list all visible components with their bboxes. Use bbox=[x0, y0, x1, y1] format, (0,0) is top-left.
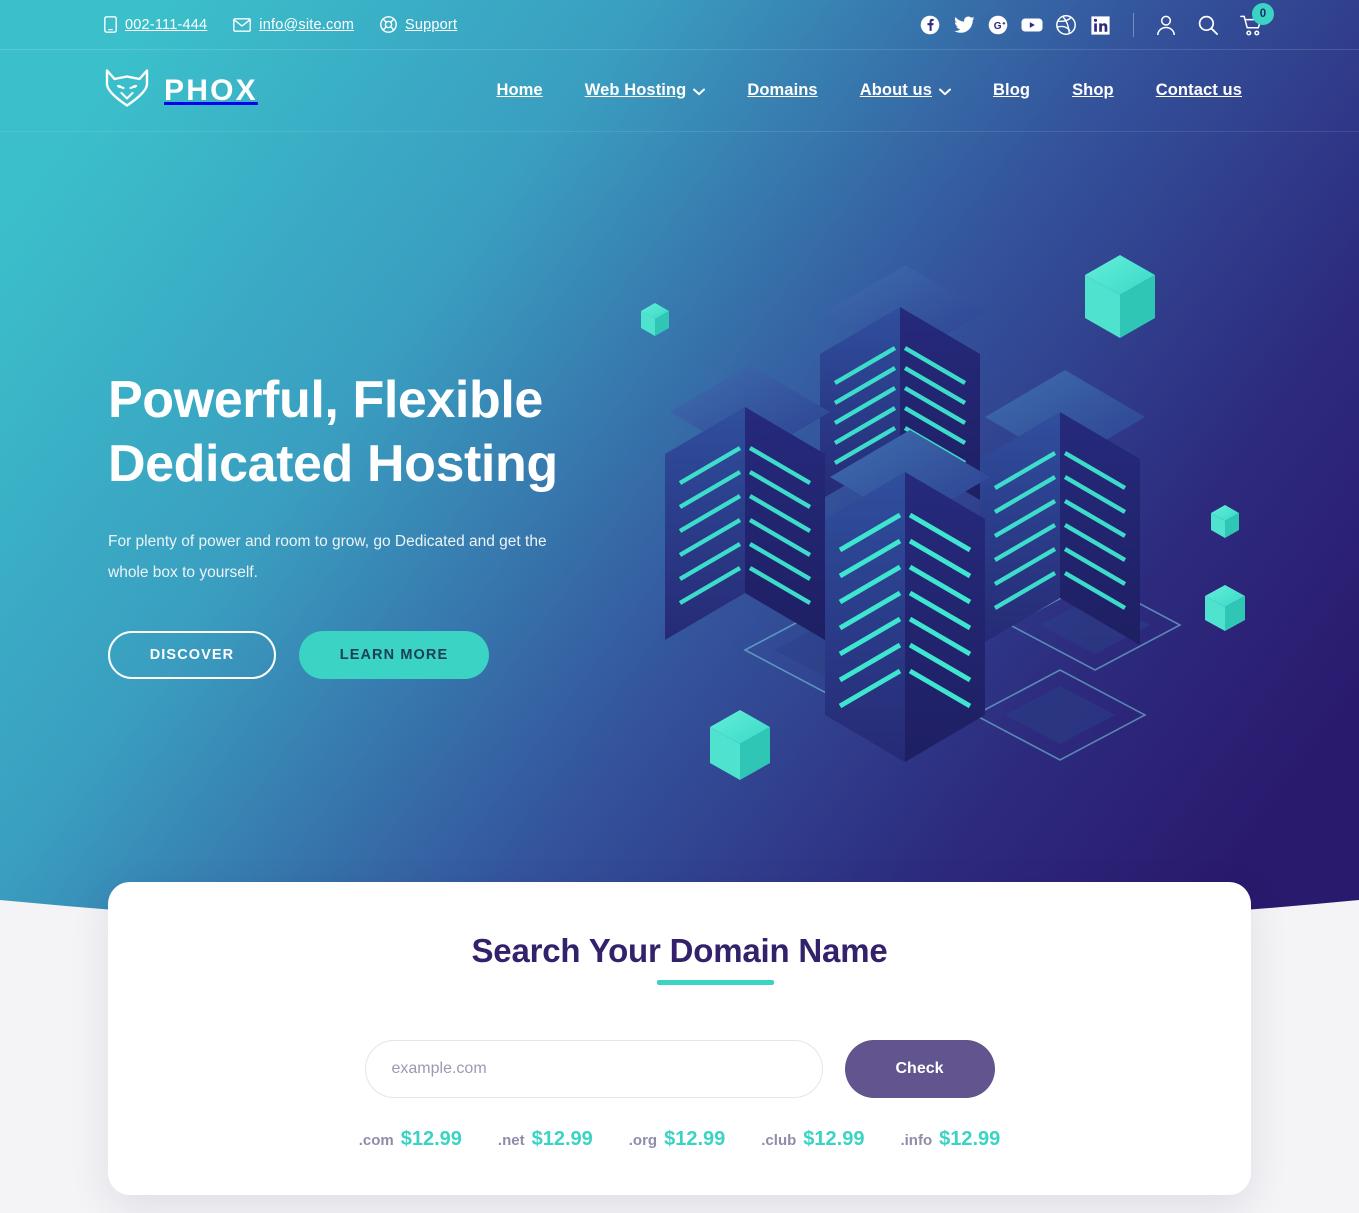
domain-search-card: Search Your Domain Name Check .com $12.9… bbox=[108, 882, 1251, 1195]
tld-price-item: .net $12.99 bbox=[480, 1128, 611, 1151]
topbar-right-group: G 0 bbox=[919, 0, 1274, 50]
topbar-support-label: Support bbox=[404, 16, 458, 33]
tld-name: .org bbox=[628, 1132, 658, 1149]
phone-icon bbox=[104, 16, 117, 33]
learn-more-button[interactable]: LEARN MORE bbox=[299, 631, 489, 679]
facebook-icon[interactable] bbox=[919, 14, 941, 36]
tld-price: $12.99 bbox=[803, 1128, 865, 1150]
nav-item-about-us[interactable]: About us bbox=[839, 80, 972, 101]
nav-label-shop: Shop bbox=[1072, 81, 1114, 99]
nav-label-about-us: About us bbox=[859, 81, 933, 99]
tld-price-item: .com $12.99 bbox=[341, 1128, 480, 1151]
topbar-actions: 0 bbox=[1156, 2, 1274, 36]
chevron-down-icon bbox=[939, 82, 952, 101]
topbar-divider bbox=[1133, 13, 1134, 37]
top-bar: 002-111-444 info@site.com Support G 0 bbox=[0, 0, 1359, 50]
nav-item-web-hosting[interactable]: Web Hosting bbox=[564, 80, 727, 101]
linkedin-icon[interactable] bbox=[1089, 14, 1111, 36]
page-root: 002-111-444 info@site.com Support G 0 PH… bbox=[0, 0, 1359, 1213]
brand-name: PHOX bbox=[164, 73, 258, 107]
tld-price: $12.99 bbox=[939, 1128, 1001, 1150]
chevron-down-icon bbox=[693, 82, 706, 101]
domain-search-row: Check bbox=[364, 1040, 995, 1098]
domain-search-input[interactable] bbox=[364, 1040, 823, 1098]
hero-button-group: DISCOVER LEARN MORE bbox=[108, 631, 708, 679]
nav-item-domains[interactable]: Domains bbox=[726, 81, 838, 100]
topbar-email[interactable]: info@site.com bbox=[233, 17, 354, 33]
hero-subtitle: For plenty of power and room to grow, go… bbox=[108, 533, 547, 581]
mail-icon bbox=[233, 17, 252, 32]
nav-label-blog: Blog bbox=[993, 81, 1031, 99]
google-plus-icon[interactable]: G bbox=[987, 14, 1009, 36]
search-title-underline bbox=[656, 980, 774, 985]
topbar-email-label: info@site.com bbox=[259, 16, 354, 33]
dribbble-icon[interactable] bbox=[1055, 14, 1077, 36]
tld-price: $12.99 bbox=[400, 1128, 462, 1150]
cart-count-badge: 0 bbox=[1252, 2, 1274, 25]
tld-name: .com bbox=[358, 1132, 394, 1149]
lifebuoy-icon bbox=[380, 16, 397, 33]
tld-price: $12.99 bbox=[531, 1128, 593, 1150]
svg-text:G: G bbox=[994, 21, 1002, 32]
nav-label-home: Home bbox=[496, 81, 543, 99]
search-title: Search Your Domain Name bbox=[471, 932, 888, 969]
nav-menu: Home Web Hosting Domains About us Blog S… bbox=[475, 80, 1263, 101]
twitter-icon[interactable] bbox=[953, 14, 975, 36]
nav-label-contact-us: Contact us bbox=[1155, 81, 1242, 99]
hero-title: Powerful, Flexible Dedicated Hosting bbox=[108, 368, 708, 496]
tld-price-list: .com $12.99 .net $12.99 .org $12.99 .clu… bbox=[341, 1128, 1019, 1151]
account-icon[interactable] bbox=[1156, 15, 1176, 36]
hero-illustration bbox=[625, 225, 1265, 805]
tld-price-item: .club $12.99 bbox=[743, 1128, 882, 1151]
tld-name: .club bbox=[761, 1132, 797, 1149]
tld-name: .info bbox=[900, 1132, 933, 1149]
nav-item-blog[interactable]: Blog bbox=[972, 81, 1051, 100]
hero-text-block: Powerful, Flexible Dedicated Hosting For… bbox=[108, 368, 708, 679]
topbar-phone[interactable]: 002-111-444 bbox=[104, 16, 207, 33]
nav-item-home[interactable]: Home bbox=[475, 81, 563, 100]
check-domain-button[interactable]: Check bbox=[844, 1040, 995, 1098]
nav-label-domains: Domains bbox=[747, 81, 818, 99]
nav-label-web-hosting: Web Hosting bbox=[584, 81, 687, 99]
social-links: G bbox=[919, 14, 1111, 36]
discover-button[interactable]: DISCOVER bbox=[108, 631, 276, 679]
hero-title-line2: Dedicated Hosting bbox=[108, 435, 558, 493]
tld-price: $12.99 bbox=[664, 1128, 726, 1150]
tld-price-item: .info $12.99 bbox=[882, 1128, 1018, 1151]
nav-item-contact-us[interactable]: Contact us bbox=[1135, 81, 1263, 100]
fox-logo-icon bbox=[104, 68, 150, 113]
tld-name: .net bbox=[497, 1132, 525, 1149]
youtube-icon[interactable] bbox=[1021, 14, 1043, 36]
topbar-support[interactable]: Support bbox=[380, 16, 457, 33]
topbar-contact-list: 002-111-444 info@site.com Support bbox=[104, 16, 457, 33]
main-navbar: PHOX Home Web Hosting Domains About us B… bbox=[0, 50, 1359, 132]
tld-price-item: .org $12.99 bbox=[611, 1128, 744, 1151]
brand-logo[interactable]: PHOX bbox=[104, 68, 258, 113]
topbar-phone-label: 002-111-444 bbox=[125, 16, 208, 33]
nav-item-shop[interactable]: Shop bbox=[1051, 81, 1135, 100]
search-icon[interactable] bbox=[1198, 15, 1218, 35]
cart-icon[interactable]: 0 bbox=[1240, 2, 1274, 36]
search-title-wrap: Search Your Domain Name bbox=[471, 932, 888, 985]
hero-title-line1: Powerful, Flexible bbox=[108, 371, 543, 429]
